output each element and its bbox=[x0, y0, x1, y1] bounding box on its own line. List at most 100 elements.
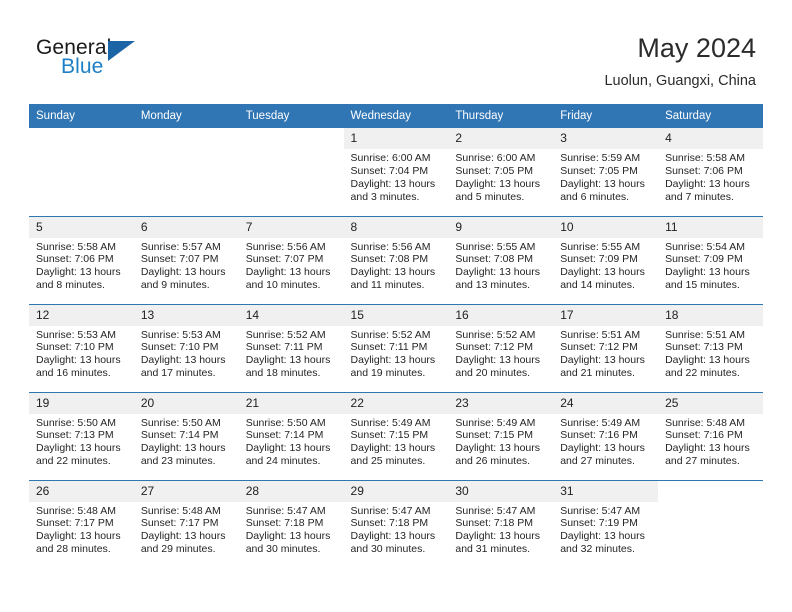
sunset-text: Sunset: 7:09 PM bbox=[560, 253, 638, 266]
page-subtitle-location: Luolun, Guangxi, China bbox=[604, 73, 756, 89]
day-number: 12 bbox=[29, 304, 134, 326]
day-number: 24 bbox=[553, 392, 659, 414]
daylight-text-line1: Daylight: 13 hours bbox=[455, 266, 541, 279]
daylight-text-line2: and 10 minutes. bbox=[245, 279, 321, 292]
day-number: 15 bbox=[343, 304, 449, 326]
calendar-day-cell[interactable]: 25 Sunrise: 5:48 AM Sunset: 7:16 PM Dayligh… bbox=[658, 391, 763, 480]
sunrise-text: Sunrise: 5:47 AM bbox=[350, 504, 431, 517]
day-details: Sunrise: 5:47 AM Sunset: 7:19 PM Daylight:… bbox=[553, 502, 658, 557]
daylight-text-line1: Daylight: 13 hours bbox=[140, 442, 226, 455]
sunrise-text: Sunrise: 5:55 AM bbox=[455, 240, 536, 253]
calendar-day-cell[interactable]: 1 Sunrise: 6:00 AM Sunset: 7:04 PM Daylight… bbox=[343, 128, 449, 216]
calendar-day-cell[interactable]: 3 Sunrise: 5:59 AM Sunset: 7:05 PM Daylight… bbox=[553, 128, 659, 216]
sunrise-text: Sunrise: 5:50 AM bbox=[245, 416, 326, 429]
day-number: 31 bbox=[553, 480, 659, 502]
calendar-day-cell[interactable]: 12 Sunrise: 5:53 AM Sunset: 7:10 PM Dayligh… bbox=[29, 303, 134, 392]
daylight-text-line1: Daylight: 13 hours bbox=[350, 177, 436, 190]
day-number: 29 bbox=[343, 480, 449, 502]
weekday-header-tuesday: Tuesday bbox=[238, 104, 344, 128]
daylight-text-line1: Daylight: 13 hours bbox=[455, 530, 541, 543]
calendar-day-cell[interactable]: 6 Sunrise: 5:57 AM Sunset: 7:07 PM Daylight… bbox=[133, 215, 239, 304]
day-number: 1 bbox=[343, 128, 449, 149]
daylight-text-line1: Daylight: 13 hours bbox=[245, 442, 331, 455]
calendar-day-cell-empty bbox=[238, 128, 344, 216]
daylight-text-line2: and 25 minutes. bbox=[350, 455, 426, 468]
day-details: Sunrise: 5:54 AM Sunset: 7:09 PM Daylight:… bbox=[658, 238, 763, 293]
daylight-text-line2: and 30 minutes. bbox=[245, 543, 321, 556]
day-details: Sunrise: 5:58 AM Sunset: 7:06 PM Daylight:… bbox=[29, 238, 134, 293]
daylight-text-line2: and 21 minutes. bbox=[560, 367, 635, 380]
sunset-text: Sunset: 7:16 PM bbox=[560, 429, 638, 442]
daylight-text-line1: Daylight: 13 hours bbox=[140, 266, 226, 279]
calendar-day-cell[interactable]: 23 Sunrise: 5:49 AM Sunset: 7:15 PM Dayligh… bbox=[448, 391, 554, 480]
calendar-day-cell[interactable]: 18 Sunrise: 5:51 AM Sunset: 7:13 PM Dayligh… bbox=[658, 303, 763, 392]
calendar-day-cell[interactable]: 30 Sunrise: 5:47 AM Sunset: 7:18 PM Dayligh… bbox=[448, 479, 554, 568]
daylight-text-line1: Daylight: 13 hours bbox=[36, 442, 121, 455]
day-number: 27 bbox=[133, 480, 239, 502]
sunrise-text: Sunrise: 5:48 AM bbox=[665, 416, 746, 429]
daylight-text-line2: and 20 minutes. bbox=[455, 367, 531, 380]
sunrise-text: Sunrise: 5:48 AM bbox=[140, 504, 221, 517]
day-number: 11 bbox=[658, 216, 763, 238]
daylight-text-line2: and 26 minutes. bbox=[455, 455, 531, 468]
calendar-day-cell[interactable]: 19 Sunrise: 5:50 AM Sunset: 7:13 PM Dayligh… bbox=[29, 391, 134, 480]
calendar-day-cell[interactable]: 2 Sunrise: 6:00 AM Sunset: 7:05 PM Daylight… bbox=[448, 128, 554, 216]
daylight-text-line1: Daylight: 13 hours bbox=[36, 354, 121, 367]
calendar-day-cell-empty bbox=[29, 128, 134, 216]
sunrise-text: Sunrise: 5:58 AM bbox=[36, 240, 116, 253]
calendar-day-cell[interactable]: 4 Sunrise: 5:58 AM Sunset: 7:06 PM Daylight… bbox=[658, 128, 763, 216]
day-details: Sunrise: 5:48 AM Sunset: 7:17 PM Daylight:… bbox=[29, 502, 134, 557]
daylight-text-line1: Daylight: 13 hours bbox=[36, 266, 121, 279]
day-number: 16 bbox=[448, 304, 554, 326]
day-details: Sunrise: 5:50 AM Sunset: 7:13 PM Daylight:… bbox=[29, 414, 134, 469]
day-number: 5 bbox=[29, 216, 134, 238]
sunset-text: Sunset: 7:12 PM bbox=[560, 341, 638, 354]
calendar-day-cell[interactable]: 17 Sunrise: 5:51 AM Sunset: 7:12 PM Dayligh… bbox=[553, 303, 659, 392]
daylight-text-line2: and 28 minutes. bbox=[36, 543, 111, 556]
day-number: 18 bbox=[658, 304, 763, 326]
calendar-day-cell[interactable]: 29 Sunrise: 5:47 AM Sunset: 7:18 PM Dayligh… bbox=[343, 479, 449, 568]
daylight-text-line1: Daylight: 13 hours bbox=[140, 530, 226, 543]
sunset-text: Sunset: 7:17 PM bbox=[36, 517, 114, 530]
day-details: Sunrise: 5:48 AM Sunset: 7:17 PM Daylight:… bbox=[134, 502, 239, 557]
calendar-day-cell[interactable]: 5 Sunrise: 5:58 AM Sunset: 7:06 PM Daylight… bbox=[29, 215, 134, 304]
sunset-text: Sunset: 7:14 PM bbox=[140, 429, 219, 442]
calendar-day-cell[interactable]: 11 Sunrise: 5:54 AM Sunset: 7:09 PM Dayligh… bbox=[658, 215, 763, 304]
calendar-day-cell[interactable]: 31 Sunrise: 5:47 AM Sunset: 7:19 PM Dayligh… bbox=[553, 479, 659, 568]
sunrise-text: Sunrise: 6:00 AM bbox=[350, 152, 431, 164]
daylight-text-line2: and 17 minutes. bbox=[140, 367, 216, 380]
calendar-day-cell[interactable]: 14 Sunrise: 5:52 AM Sunset: 7:11 PM Dayligh… bbox=[238, 303, 344, 392]
sunset-text: Sunset: 7:12 PM bbox=[455, 341, 534, 354]
calendar-day-cell[interactable]: 22 Sunrise: 5:49 AM Sunset: 7:15 PM Dayligh… bbox=[343, 391, 449, 480]
day-details: Sunrise: 5:49 AM Sunset: 7:15 PM Daylight:… bbox=[344, 414, 449, 469]
calendar-day-cell[interactable]: 24 Sunrise: 5:49 AM Sunset: 7:16 PM Dayligh… bbox=[553, 391, 659, 480]
daylight-text-line2: and 30 minutes. bbox=[350, 543, 426, 556]
day-number: 22 bbox=[343, 392, 449, 414]
calendar-day-cell[interactable]: 13 Sunrise: 5:53 AM Sunset: 7:10 PM Dayligh… bbox=[133, 303, 239, 392]
calendar-day-cell[interactable]: 20 Sunrise: 5:50 AM Sunset: 7:14 PM Dayligh… bbox=[133, 391, 239, 480]
day-details: Sunrise: 5:51 AM Sunset: 7:12 PM Daylight:… bbox=[553, 326, 658, 381]
daylight-text-line1: Daylight: 13 hours bbox=[665, 177, 750, 190]
daylight-text-line2: and 16 minutes. bbox=[36, 367, 111, 380]
calendar-day-cell[interactable]: 26 Sunrise: 5:48 AM Sunset: 7:17 PM Dayligh… bbox=[29, 479, 134, 568]
day-number: 8 bbox=[343, 216, 449, 238]
sunrise-text: Sunrise: 5:53 AM bbox=[36, 328, 116, 341]
calendar-day-cell[interactable]: 28 Sunrise: 5:47 AM Sunset: 7:18 PM Dayligh… bbox=[238, 479, 344, 568]
calendar-day-cell[interactable]: 27 Sunrise: 5:48 AM Sunset: 7:17 PM Dayligh… bbox=[133, 479, 239, 568]
sunset-text: Sunset: 7:13 PM bbox=[665, 341, 743, 354]
calendar-day-cell-empty bbox=[658, 479, 763, 568]
calendar-day-cell[interactable]: 15 Sunrise: 5:52 AM Sunset: 7:11 PM Dayligh… bbox=[343, 303, 449, 392]
day-details: Sunrise: 5:57 AM Sunset: 7:07 PM Daylight:… bbox=[134, 238, 239, 293]
day-number bbox=[29, 128, 134, 149]
calendar-day-cell[interactable]: 21 Sunrise: 5:50 AM Sunset: 7:14 PM Dayligh… bbox=[238, 391, 344, 480]
calendar-day-cell[interactable]: 16 Sunrise: 5:52 AM Sunset: 7:12 PM Dayligh… bbox=[448, 303, 554, 392]
weekday-header-thursday: Thursday bbox=[448, 104, 554, 128]
calendar-day-cell[interactable]: 8 Sunrise: 5:56 AM Sunset: 7:08 PM Daylight… bbox=[343, 215, 449, 304]
calendar-day-cell[interactable]: 10 Sunrise: 5:55 AM Sunset: 7:09 PM Dayligh… bbox=[553, 215, 659, 304]
weekday-header-wednesday: Wednesday bbox=[343, 104, 449, 128]
sunrise-text: Sunrise: 5:47 AM bbox=[245, 504, 326, 517]
calendar-day-cell[interactable]: 7 Sunrise: 5:56 AM Sunset: 7:07 PM Daylight… bbox=[238, 215, 344, 304]
sunrise-text: Sunrise: 6:00 AM bbox=[455, 152, 536, 164]
sunrise-text: Sunrise: 5:54 AM bbox=[665, 240, 746, 253]
calendar-day-cell[interactable]: 9 Sunrise: 5:55 AM Sunset: 7:08 PM Daylight… bbox=[448, 215, 554, 304]
